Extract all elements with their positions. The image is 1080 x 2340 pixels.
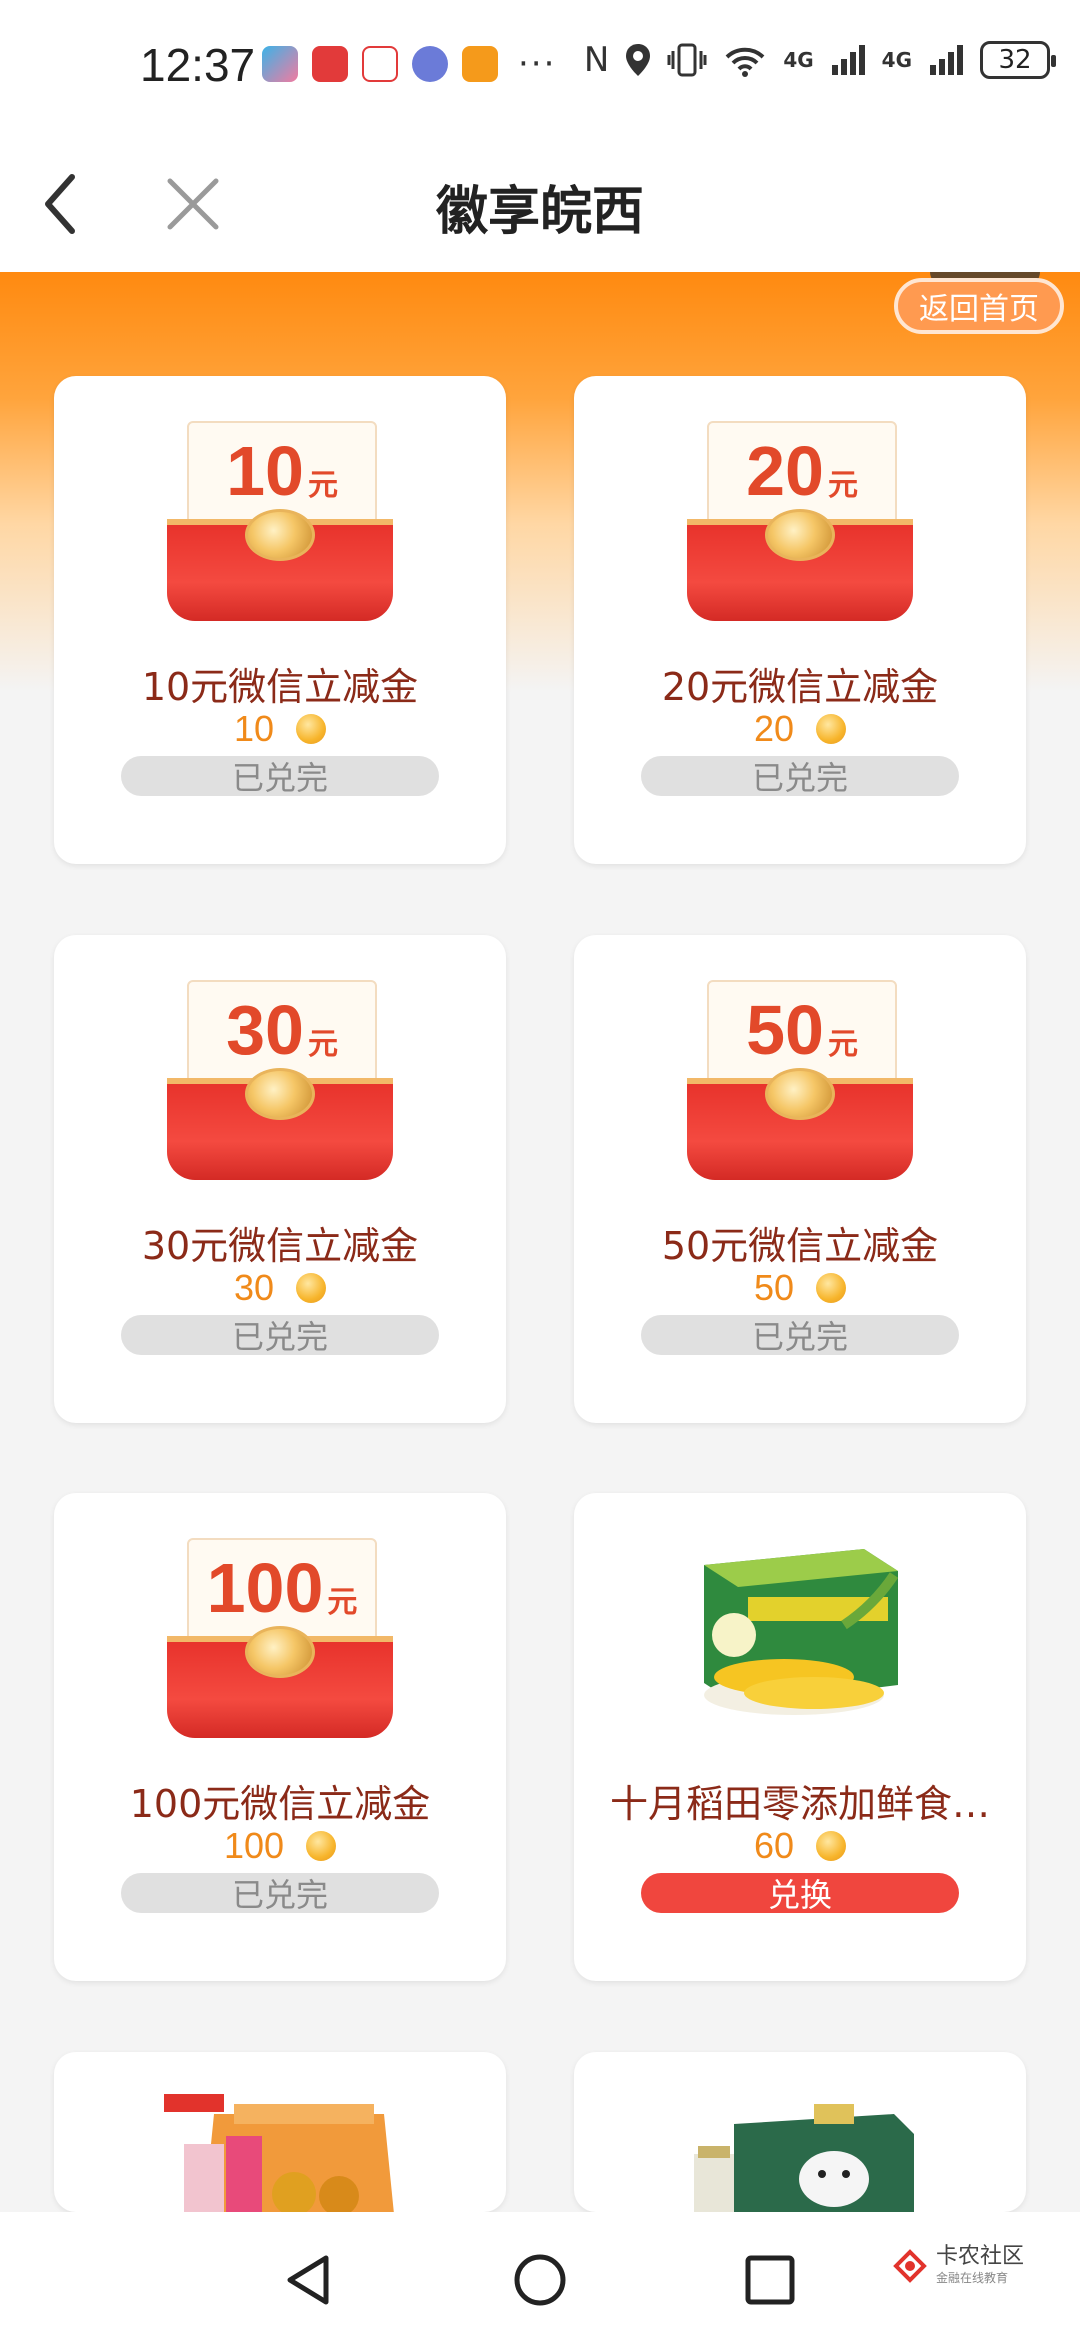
product-card[interactable] bbox=[54, 2052, 506, 2214]
product-title: 10元微信立减金 bbox=[141, 665, 419, 709]
coupon-illustration: 20 元 bbox=[687, 421, 913, 621]
status-bar: 12:37 ··· N 4G 4G 32 bbox=[0, 0, 1080, 135]
recents-square-icon[interactable] bbox=[742, 2252, 798, 2308]
gold-ingot-icon bbox=[765, 509, 835, 561]
product-title: 50元微信立减金 bbox=[661, 1224, 939, 1268]
sold-out-button: 已兑完 bbox=[121, 756, 439, 796]
coin-icon bbox=[306, 1831, 337, 1861]
sold-out-button: 已兑完 bbox=[641, 756, 959, 796]
music-notification-icon bbox=[412, 46, 448, 82]
points-price: 20 bbox=[753, 708, 795, 749]
watermark: 卡农社区 金融在线教育 bbox=[892, 2245, 1024, 2286]
product-card[interactable]: 100 元 100元微信立减金 100 已兑完 bbox=[54, 1493, 506, 1981]
coupon-illustration: 100 元 bbox=[167, 1538, 393, 1738]
home-circle-icon[interactable] bbox=[512, 2252, 568, 2308]
battery-level: 32 bbox=[998, 45, 1032, 75]
app-notification-icon bbox=[462, 46, 498, 82]
product-title: 20元微信立减金 bbox=[661, 665, 939, 709]
watermark-text: 卡农社区 bbox=[935, 2244, 1024, 2269]
sold-out-button: 已兑完 bbox=[641, 1315, 959, 1355]
app-nav-bar: 徽享皖西 bbox=[0, 135, 1080, 272]
coin-icon bbox=[816, 1831, 847, 1861]
page-title: 徽享皖西 bbox=[435, 182, 644, 242]
sold-out-button: 已兑完 bbox=[121, 1873, 439, 1913]
battery-icon: 32 bbox=[980, 41, 1056, 79]
signal-icon bbox=[930, 45, 963, 75]
product-card[interactable]: 30 元 30元微信立减金 30 已兑完 bbox=[54, 935, 506, 1423]
gold-ingot-icon bbox=[245, 1068, 315, 1120]
product-title: 十月稻田零添加鲜食… bbox=[609, 1782, 990, 1826]
watermark-subtext: 金融在线教育 bbox=[935, 2271, 1008, 2285]
points-price: 30 bbox=[233, 1267, 275, 1308]
app-notification-icon bbox=[312, 46, 348, 82]
points-price: 60 bbox=[753, 1825, 795, 1866]
status-time: 12:37 bbox=[140, 39, 256, 91]
product-title: 30元微信立减金 bbox=[141, 1224, 419, 1268]
signal-type-label: 4G bbox=[881, 48, 912, 72]
back-triangle-icon[interactable] bbox=[282, 2252, 338, 2308]
app-notification-icon bbox=[262, 46, 298, 82]
product-card[interactable] bbox=[574, 2052, 1026, 2214]
more-notifications-icon: ··· bbox=[518, 44, 557, 84]
location-icon bbox=[626, 44, 651, 76]
coin-icon bbox=[296, 714, 327, 744]
nfc-icon: N bbox=[583, 40, 610, 80]
price-row: 100 bbox=[54, 1825, 506, 1867]
gold-ingot-icon bbox=[245, 509, 315, 561]
price-row: 10 bbox=[54, 708, 506, 750]
product-card[interactable]: 十月稻田零添加鲜食… 60 兑换 bbox=[574, 1493, 1026, 1981]
product-card[interactable]: 20 元 20元微信立减金 20 已兑完 bbox=[574, 376, 1026, 864]
wifi-icon bbox=[725, 47, 765, 77]
snack-gift-box-image bbox=[164, 2094, 394, 2214]
price-row: 30 bbox=[54, 1267, 506, 1309]
coin-icon bbox=[816, 714, 847, 744]
coupon-illustration: 50 元 bbox=[687, 980, 913, 1180]
vibrate-icon bbox=[667, 43, 707, 77]
coin-icon bbox=[816, 1273, 847, 1303]
gold-ingot-icon bbox=[765, 1068, 835, 1120]
gold-ingot-icon bbox=[245, 1626, 315, 1678]
product-card[interactable]: 10 元 10元微信立减金 10 已兑完 bbox=[54, 376, 506, 864]
price-row: 50 bbox=[574, 1267, 1026, 1309]
app-notification-icon bbox=[362, 46, 398, 82]
coin-icon bbox=[296, 1273, 327, 1303]
coupon-illustration: 30 元 bbox=[167, 980, 393, 1180]
milk-gift-box-image bbox=[694, 2104, 914, 2214]
price-row: 60 bbox=[574, 1825, 1026, 1867]
points-price: 50 bbox=[753, 1267, 795, 1308]
corn-gift-box-image bbox=[704, 1549, 899, 1715]
points-price: 100 bbox=[223, 1825, 285, 1866]
sold-out-button: 已兑完 bbox=[121, 1315, 439, 1355]
points-price: 10 bbox=[233, 708, 275, 749]
system-icons: N 4G 4G 32 bbox=[583, 40, 1056, 80]
product-card[interactable]: 50 元 50元微信立减金 50 已兑完 bbox=[574, 935, 1026, 1423]
coupon-illustration: 10 元 bbox=[167, 421, 393, 621]
signal-type-label: 4G bbox=[783, 48, 814, 72]
return-home-button[interactable]: 返回首页 bbox=[894, 278, 1064, 334]
notification-icons: ··· bbox=[262, 44, 556, 84]
watermark-logo-icon bbox=[893, 2248, 927, 2283]
signal-icon bbox=[831, 45, 865, 75]
exchange-button[interactable]: 兑换 bbox=[641, 1873, 959, 1913]
product-title: 100元微信立减金 bbox=[129, 1782, 431, 1826]
price-row: 20 bbox=[574, 708, 1026, 750]
